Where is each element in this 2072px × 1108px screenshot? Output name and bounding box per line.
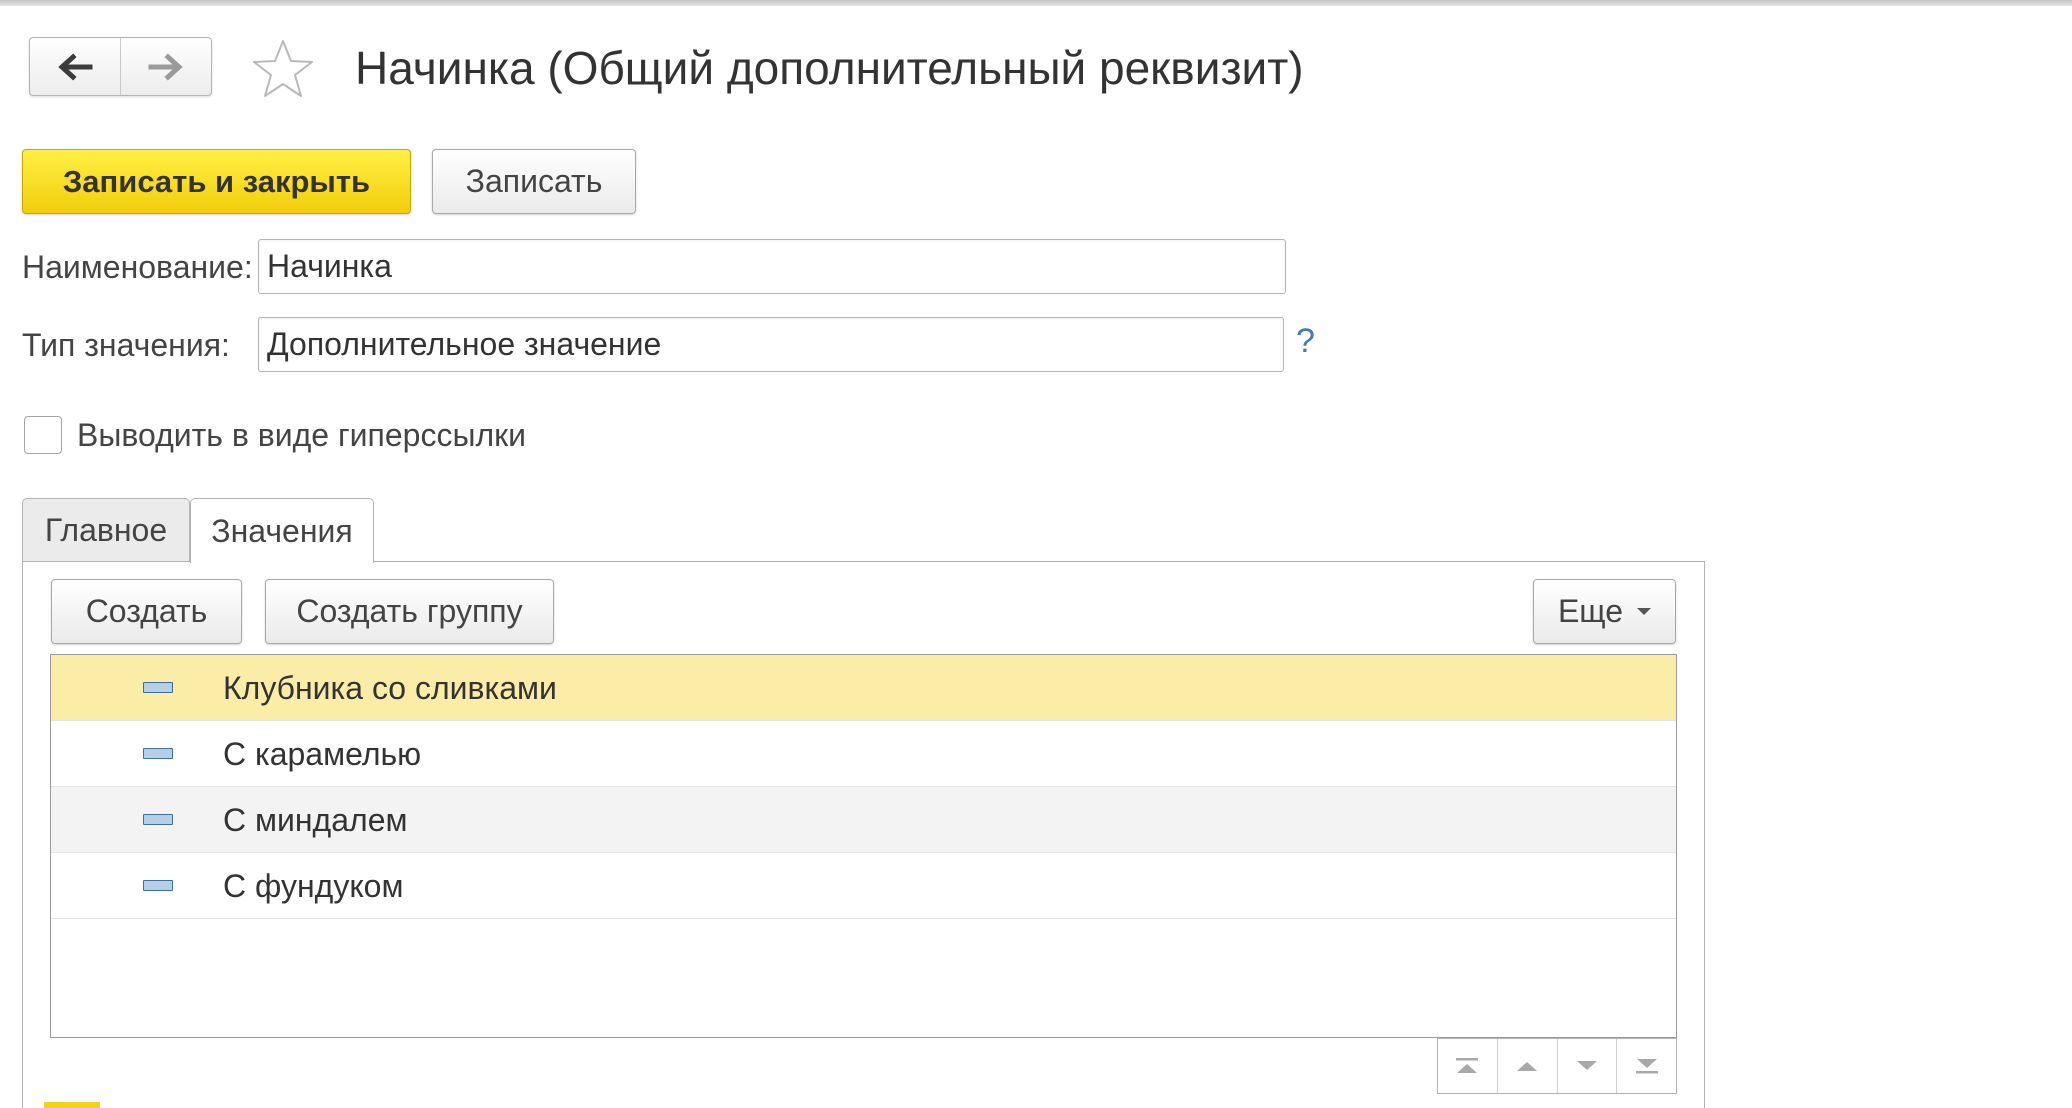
hyperlink-checkbox-label[interactable]: Выводить в виде гиперссылки (77, 415, 526, 455)
move-buttons-bar (1437, 1038, 1677, 1094)
values-list: Клубника со сливками С карамелью С минда… (50, 654, 1677, 1038)
value-item-icon (143, 682, 173, 693)
help-link[interactable]: ? (1296, 322, 1315, 361)
list-item-label: С фундуком (223, 868, 404, 904)
more-button[interactable]: Еще (1533, 579, 1676, 644)
move-to-bottom-icon (1635, 1059, 1658, 1074)
tab-values[interactable]: Значения (190, 498, 374, 563)
move-down-button[interactable] (1556, 1039, 1617, 1093)
move-up-button[interactable] (1496, 1039, 1557, 1093)
move-to-bottom-button[interactable] (1616, 1039, 1676, 1093)
move-to-top-icon (1456, 1058, 1479, 1073)
create-group-button[interactable]: Создать группу (265, 579, 554, 644)
arrow-right-icon (148, 52, 183, 81)
move-up-icon (1517, 1062, 1538, 1071)
more-button-label: Еще (1557, 593, 1624, 629)
name-field[interactable]: Начинка (258, 239, 1286, 294)
navigation-buttons (29, 37, 212, 96)
save-and-close-button[interactable]: Записать и закрыть (22, 149, 411, 214)
back-button[interactable] (30, 38, 120, 95)
value-type-field[interactable]: Дополнительное значение (258, 317, 1284, 372)
chevron-down-icon (1637, 608, 1652, 615)
list-item[interactable]: С карамелью (51, 721, 1676, 787)
hyperlink-checkbox[interactable] (24, 416, 62, 454)
arrow-left-icon (58, 52, 93, 81)
value-item-icon (143, 748, 173, 759)
form-window: Начинка (Общий дополнительный реквизит) … (0, 0, 2072, 1108)
list-item-label: С миндалем (223, 802, 408, 838)
save-button[interactable]: Записать (432, 149, 636, 214)
window-top-border (0, 0, 2072, 6)
list-item[interactable]: Клубника со сливками (51, 655, 1676, 721)
value-item-icon (143, 814, 173, 825)
move-to-top-button[interactable] (1438, 1039, 1497, 1093)
forward-button[interactable] (120, 38, 211, 95)
partially-visible-yellow-element (44, 1102, 100, 1108)
list-item[interactable]: С фундуком (51, 853, 1676, 919)
value-type-label: Тип значения: (22, 327, 230, 363)
create-button[interactable]: Создать (51, 579, 242, 644)
page-title: Начинка (Общий дополнительный реквизит) (355, 42, 1304, 94)
list-item[interactable]: С миндалем (51, 787, 1676, 853)
name-label: Наименование: (22, 249, 253, 285)
value-item-icon (143, 880, 173, 891)
tab-main[interactable]: Главное (22, 498, 190, 562)
list-item-label: С карамелью (223, 736, 422, 772)
star-icon[interactable] (251, 38, 315, 100)
move-down-icon (1576, 1061, 1597, 1070)
list-item-label: Клубника со сливками (223, 670, 557, 706)
